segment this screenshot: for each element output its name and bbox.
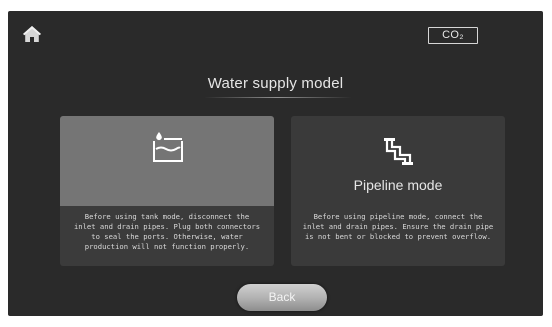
description-line: production will not function properly. <box>84 242 250 251</box>
page-title: Water supply model <box>207 75 344 92</box>
pipeline-mode-label: Pipeline mode <box>353 177 443 193</box>
tank-mode-card-header <box>60 116 274 206</box>
pipeline-mode-card-header: Pipeline mode <box>291 116 505 206</box>
pipeline-icon <box>384 138 413 165</box>
water-tank-icon <box>153 132 183 162</box>
description-line: Before using pipeline mode, connect the <box>313 212 483 221</box>
description-line: inlet and drain pipes. Plug both connect… <box>73 222 261 231</box>
pipeline-mode-card[interactable]: Pipeline mode Before using pipeline mode… <box>291 116 505 266</box>
description-line: Before using tank mode, disconnect the <box>84 212 250 221</box>
description-line: inlet and drain pipes. Ensure the drain … <box>302 222 494 231</box>
home-icon[interactable] <box>22 25 42 43</box>
pipeline-mode-description: Before using pipeline mode, connect the … <box>291 206 505 266</box>
description-line: to seal the ports. Otherwise, water <box>91 232 243 241</box>
title-divider <box>204 97 352 98</box>
tank-mode-card[interactable]: Before using tank mode, disconnect the i… <box>60 116 274 266</box>
device-screen: CO₂ Water supply model Before using tank… <box>8 11 543 316</box>
tank-mode-description: Before using tank mode, disconnect the i… <box>60 206 274 266</box>
description-line: is not bent or blocked to prevent overfl… <box>304 232 492 241</box>
co2-badge[interactable]: CO₂ <box>428 27 478 44</box>
back-button[interactable]: Back <box>237 284 327 311</box>
